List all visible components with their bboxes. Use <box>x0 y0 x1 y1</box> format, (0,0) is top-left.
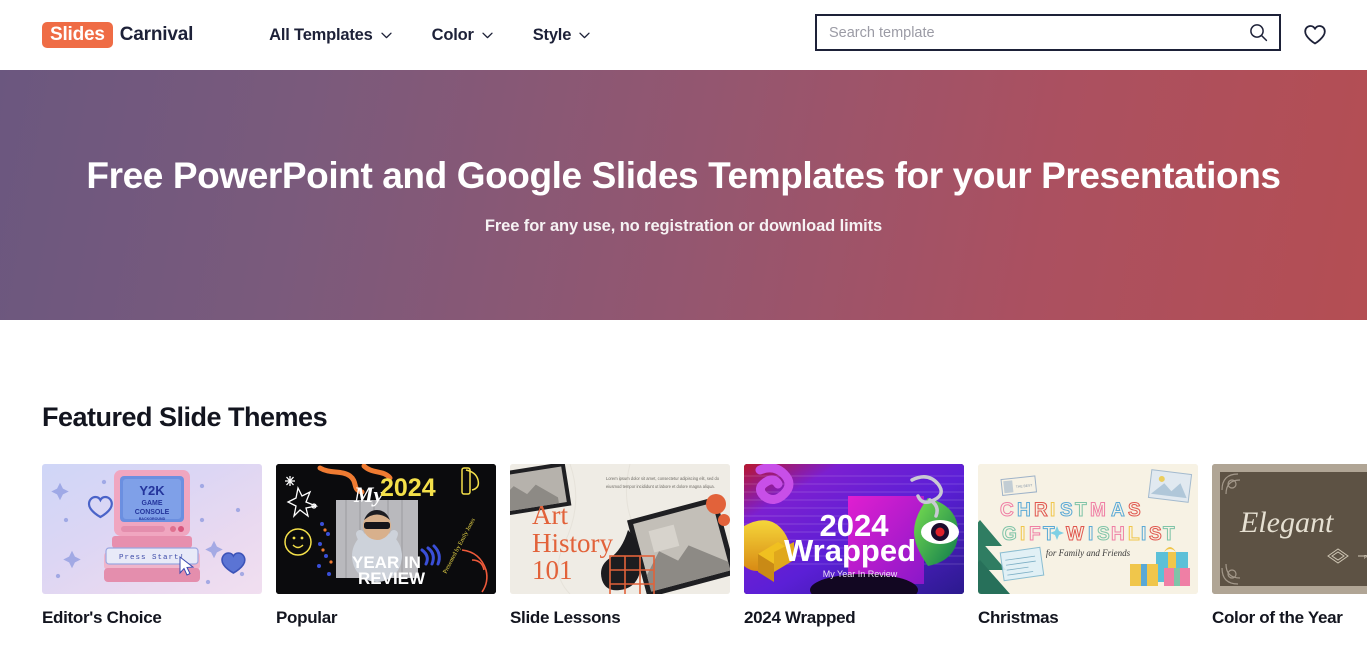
featured-section: Featured Slide Themes Y2K GAME CONSOLE B… <box>0 402 1367 628</box>
site-logo[interactable]: Slides Carnival <box>42 21 194 49</box>
chevron-down-icon <box>380 32 392 38</box>
svg-text:BACKGROUND: BACKGROUND <box>139 517 166 521</box>
svg-text:S: S <box>1149 524 1163 545</box>
svg-text:C: C <box>1000 500 1015 521</box>
svg-text:Art: Art <box>532 500 568 530</box>
svg-text:G: G <box>1002 524 1018 545</box>
svg-text:101: 101 <box>532 555 573 585</box>
heart-icon <box>1304 25 1326 45</box>
svg-text:Wrapped: Wrapped <box>784 533 916 568</box>
svg-text:Lorem ipsum dolor sit amet, co: Lorem ipsum dolor sit amet, consectetur … <box>606 476 720 481</box>
svg-text:S: S <box>1128 500 1142 521</box>
card-christmas[interactable]: THE BEST C H R I S T M A S G I F T W I S… <box>978 464 1198 628</box>
thumb-art: Y2K GAME CONSOLE BACKGROUND Press Start! <box>51 470 246 585</box>
card-2024-wrapped[interactable]: 2024 Wrapped My Year In Review 2024 Wrap… <box>744 464 964 628</box>
svg-text:L: L <box>1128 524 1141 545</box>
nav-item-style[interactable]: Style <box>533 26 590 45</box>
svg-text:W: W <box>1066 524 1085 545</box>
y2k-game-console-thumbnail[interactable]: Y2K GAME CONSOLE BACKGROUND Press Start! <box>42 464 262 594</box>
card-slide-lessons[interactable]: Art History 101 Lorem ipsum dolor sit am… <box>510 464 730 628</box>
card-label: Color of the Year <box>1212 608 1343 627</box>
christmas-gift-wishlist-thumbnail[interactable]: THE BEST C H R I S T M A S G I F T W I S… <box>978 464 1198 594</box>
card-editors-choice[interactable]: Y2K GAME CONSOLE BACKGROUND Press Start!… <box>42 464 262 628</box>
card-label: Popular <box>276 608 338 627</box>
svg-text:A: A <box>1111 500 1126 521</box>
svg-text:S: S <box>1060 500 1074 521</box>
svg-text:eiusmod tempor incididunt ut l: eiusmod tempor incididunt ut labore et d… <box>606 484 715 489</box>
svg-text:Elegant: Elegant <box>1239 506 1334 539</box>
card-label: Christmas <box>978 608 1059 627</box>
svg-text:R: R <box>1034 500 1049 521</box>
hero-title: Free PowerPoint and Google Slides Templa… <box>86 154 1281 196</box>
thumb-art: THE BEST C H R I S T M A S G I F T W I S… <box>978 464 1198 594</box>
svg-text:H: H <box>1111 524 1126 545</box>
svg-text:T: T <box>1075 500 1088 521</box>
svg-text:REVIEW: REVIEW <box>358 569 426 588</box>
svg-text:H: H <box>1017 500 1032 521</box>
card-label: Slide Lessons <box>510 608 621 627</box>
thumb-art: My 2024 YEAR IN REVIEW Presented by Emil… <box>276 464 496 594</box>
svg-text:S: S <box>1097 524 1111 545</box>
main-nav: All Templates Color Style <box>269 26 590 45</box>
thumb-art: 2024 Wrapped My Year In Review <box>744 464 964 594</box>
chevron-down-icon <box>579 32 590 38</box>
search-input[interactable] <box>817 16 1237 49</box>
thumb-art: Art History 101 Lorem ipsum dolor sit am… <box>510 464 730 594</box>
hero-banner: Free PowerPoint and Google Slides Templa… <box>0 70 1367 320</box>
page-title: Featured Slide Themes <box>42 402 328 432</box>
hero-subtitle: Free for any use, no registration or dow… <box>484 216 883 235</box>
svg-text:for Family and Friends: for Family and Friends <box>1046 548 1131 558</box>
nav-item-label: Style <box>532 25 572 44</box>
card-label: Editor's Choice <box>42 608 162 627</box>
year-in-review-thumbnail[interactable]: My 2024 YEAR IN REVIEW Presented by Emil… <box>276 464 496 594</box>
elegant-thumbnail[interactable]: Elegant PRESENTATION <box>1212 464 1367 594</box>
2024-wrapped-thumbnail[interactable]: 2024 Wrapped My Year In Review <box>744 464 964 594</box>
svg-text:History: History <box>532 528 614 558</box>
nav-item-label: Color <box>431 25 474 44</box>
search-button[interactable] <box>1237 16 1279 49</box>
card-label: 2024 Wrapped <box>744 608 856 627</box>
art-history-thumbnail[interactable]: Art History 101 Lorem ipsum dolor sit am… <box>510 464 730 594</box>
card-popular[interactable]: My 2024 YEAR IN REVIEW Presented by Emil… <box>276 464 496 628</box>
svg-text:My: My <box>353 482 384 507</box>
svg-text:2024: 2024 <box>380 474 436 502</box>
site-header: Slides Carnival All Templates Color Styl… <box>0 0 1367 70</box>
nav-item-label: All Templates <box>269 25 373 44</box>
svg-text:M: M <box>1090 500 1107 521</box>
search-icon <box>1249 24 1267 42</box>
svg-text:GAME: GAME <box>142 500 163 507</box>
svg-text:T: T <box>1163 524 1176 545</box>
featured-cards-row: Y2K GAME CONSOLE BACKGROUND Press Start!… <box>42 464 1367 628</box>
logo-badge: Slides <box>42 21 113 49</box>
svg-text:I: I <box>1050 500 1056 521</box>
svg-text:CONSOLE: CONSOLE <box>135 509 170 516</box>
svg-text:F: F <box>1029 524 1042 545</box>
svg-text:My Year In Review: My Year In Review <box>823 569 898 579</box>
svg-text:I: I <box>1088 524 1094 545</box>
search-bar[interactable] <box>815 14 1281 51</box>
nav-item-all-templates[interactable]: All Templates <box>269 25 392 45</box>
svg-text:I: I <box>1141 524 1147 545</box>
chevron-down-icon <box>482 32 493 38</box>
thumb-art: Elegant PRESENTATION <box>1212 464 1367 594</box>
favorites-button[interactable] <box>1302 22 1328 48</box>
svg-text:Y2K: Y2K <box>139 483 165 498</box>
card-color-of-the-year[interactable]: Elegant PRESENTATION Color of the Year <box>1212 464 1367 628</box>
nav-item-color[interactable]: Color <box>432 26 493 45</box>
svg-text:Press Start!: Press Start! <box>119 554 185 562</box>
logo-word: Carnival <box>119 24 194 45</box>
svg-text:I: I <box>1020 524 1026 545</box>
